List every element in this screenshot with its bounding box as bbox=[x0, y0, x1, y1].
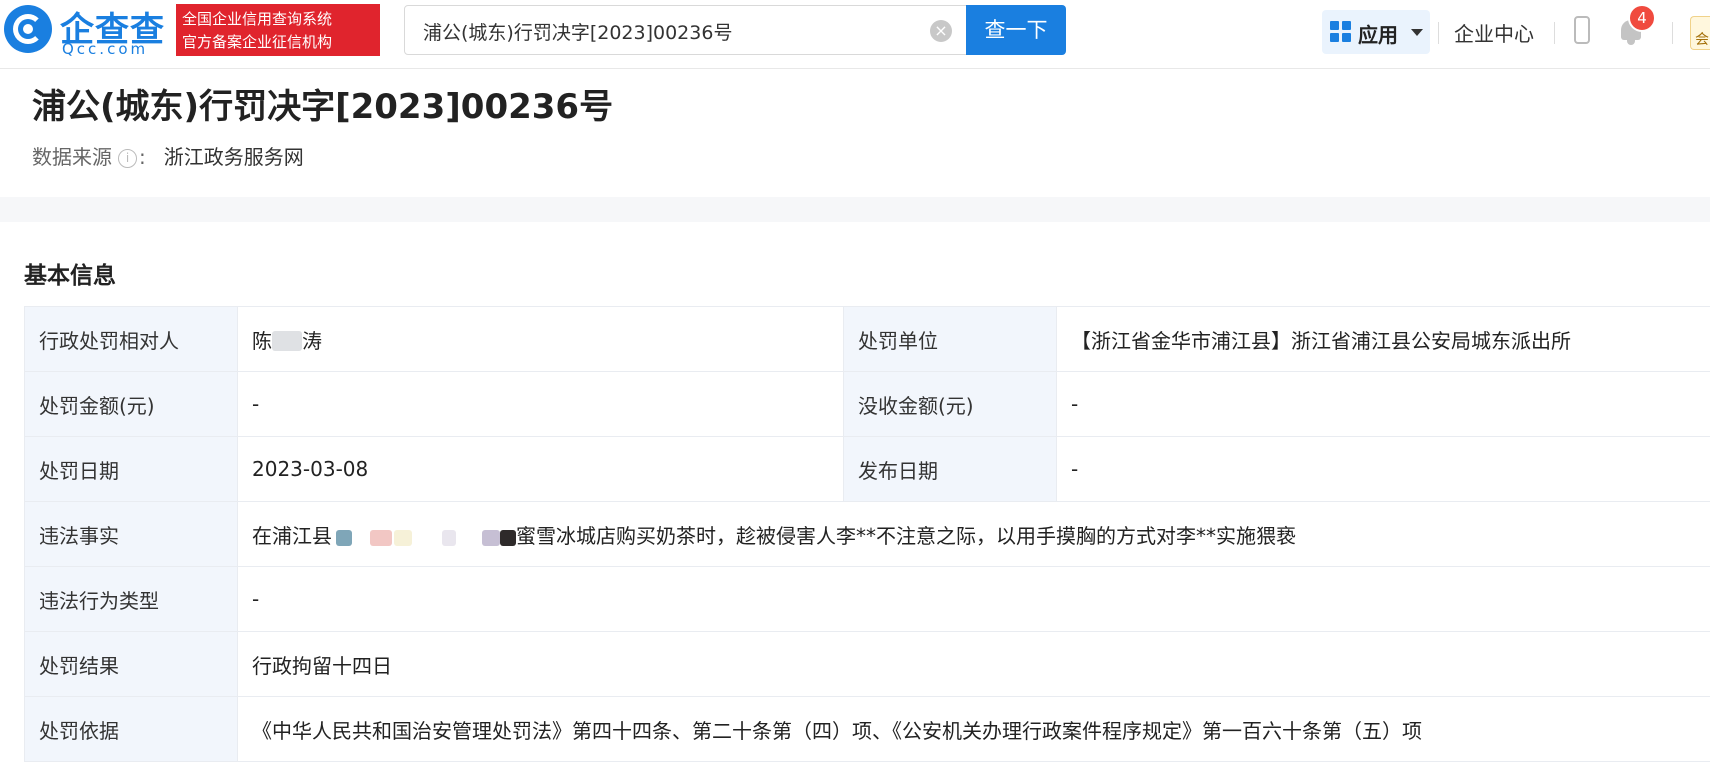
mobile-app-icon[interactable] bbox=[1574, 16, 1590, 44]
official-badge: 全国企业信用查询系统 官方备案企业征信机构 bbox=[176, 4, 380, 56]
fine-label: 处罚金额(元) bbox=[24, 371, 238, 437]
section-title: 基本信息 bbox=[24, 263, 116, 289]
vip-member-icon[interactable]: 会 bbox=[1690, 16, 1710, 50]
divider bbox=[1554, 22, 1555, 44]
redacted-blur bbox=[332, 525, 516, 547]
qcc-logo-icon[interactable] bbox=[4, 5, 52, 53]
apps-menu-button[interactable]: 应用 bbox=[1322, 10, 1430, 54]
result-value: 行政拘留十四日 bbox=[237, 631, 1710, 697]
badge-line-2: 官方备案企业征信机构 bbox=[182, 33, 333, 51]
date-value: 2023-03-08 bbox=[237, 436, 844, 502]
fine-value: - bbox=[237, 371, 844, 437]
violation-type-label: 违法行为类型 bbox=[24, 566, 238, 632]
redacted-blur bbox=[272, 330, 302, 351]
search-input[interactable] bbox=[421, 14, 905, 48]
apps-label: 应用 bbox=[1358, 23, 1398, 47]
source-label: 数据来源 bbox=[32, 145, 112, 169]
result-label: 处罚结果 bbox=[24, 631, 238, 697]
facts-label: 违法事实 bbox=[24, 501, 238, 567]
confiscation-value: - bbox=[1056, 371, 1710, 437]
party-value: 陈涛 bbox=[237, 306, 844, 372]
source-colon: : bbox=[139, 145, 146, 169]
source-value: 浙江政务服务网 bbox=[163, 145, 304, 169]
logo-domain[interactable]: Qcc.com bbox=[62, 40, 148, 58]
record-header: 浦公(城东)行罚决字[2023]00236号 数据来源 i: 浙江政务服务网 bbox=[0, 69, 1710, 197]
data-source-row: 数据来源 i: 浙江政务服务网 bbox=[32, 141, 304, 170]
date-label: 处罚日期 bbox=[24, 436, 238, 502]
table-row: 行政处罚相对人 陈涛 处罚单位 【浙江省金华市浦江县】浙江省浦江县公安局城东派出… bbox=[24, 306, 1710, 372]
search-button[interactable]: 查一下 bbox=[966, 5, 1066, 55]
apps-grid-icon bbox=[1330, 21, 1352, 43]
facts-suffix: 蜜雪冰城店购买奶茶时，趁被侵害人李**不注意之际，以用手摸胸的方式对李**实施猥… bbox=[516, 523, 1296, 548]
info-icon[interactable]: i bbox=[118, 149, 137, 168]
publish-date-value: - bbox=[1056, 436, 1710, 502]
chevron-down-icon bbox=[1411, 29, 1423, 36]
vip-label: 会 bbox=[1695, 32, 1709, 48]
table-row: 违法行为类型 - bbox=[24, 566, 1710, 632]
notification-count-badge: 4 bbox=[1628, 4, 1656, 32]
divider bbox=[1672, 22, 1673, 44]
party-label: 行政处罚相对人 bbox=[24, 306, 238, 372]
clear-search-icon[interactable]: × bbox=[930, 20, 952, 42]
party-value-prefix: 陈 bbox=[252, 328, 272, 353]
divider bbox=[1438, 22, 1439, 44]
publish-date-label: 发布日期 bbox=[843, 436, 1057, 502]
table-row: 处罚金额(元) - 没收金额(元) - bbox=[24, 371, 1710, 437]
confiscation-label: 没收金额(元) bbox=[843, 371, 1057, 437]
basis-label: 处罚依据 bbox=[24, 696, 238, 762]
violation-type-value: - bbox=[237, 566, 1710, 632]
basic-info-table: 行政处罚相对人 陈涛 处罚单位 【浙江省金华市浦江县】浙江省浦江县公安局城东派出… bbox=[24, 306, 1710, 762]
page-title: 浦公(城东)行罚决字[2023]00236号 bbox=[32, 87, 614, 127]
enterprise-center-link[interactable]: 企业中心 bbox=[1454, 18, 1534, 47]
badge-line-1: 全国企业信用查询系统 bbox=[182, 10, 333, 28]
table-row: 处罚结果 行政拘留十四日 bbox=[24, 631, 1710, 697]
facts-value: 在浦江县 蜜雪冰城店购买奶茶时，趁被侵害人李**不注意之际，以用手摸胸的方式对李*… bbox=[237, 501, 1710, 567]
basic-info-section: 基本信息 行政处罚相对人 陈涛 处罚单位 【浙江省金华市浦江县】浙江省浦江县公安… bbox=[0, 222, 1710, 782]
authority-value: 【浙江省金华市浦江县】浙江省浦江县公安局城东派出所 bbox=[1056, 306, 1710, 372]
authority-label: 处罚单位 bbox=[843, 306, 1057, 372]
top-navbar: 企查查 Qcc.com 全国企业信用查询系统 官方备案企业征信机构 × 查一下 … bbox=[0, 0, 1710, 69]
facts-prefix: 在浦江县 bbox=[252, 523, 332, 548]
search-box: × bbox=[404, 5, 967, 55]
table-row: 违法事实 在浦江县 蜜雪冰城店购买奶茶时，趁被侵害人李**不注意之际，以用手摸胸的… bbox=[24, 501, 1710, 567]
table-row: 处罚依据 《中华人民共和国治安管理处罚法》第四十四条、第二十条第（四）项、《公安… bbox=[24, 696, 1710, 762]
party-value-suffix: 涛 bbox=[302, 328, 322, 353]
basis-value: 《中华人民共和国治安管理处罚法》第四十四条、第二十条第（四）项、《公安机关办理行… bbox=[237, 696, 1710, 762]
table-row: 处罚日期 2023-03-08 发布日期 - bbox=[24, 436, 1710, 502]
